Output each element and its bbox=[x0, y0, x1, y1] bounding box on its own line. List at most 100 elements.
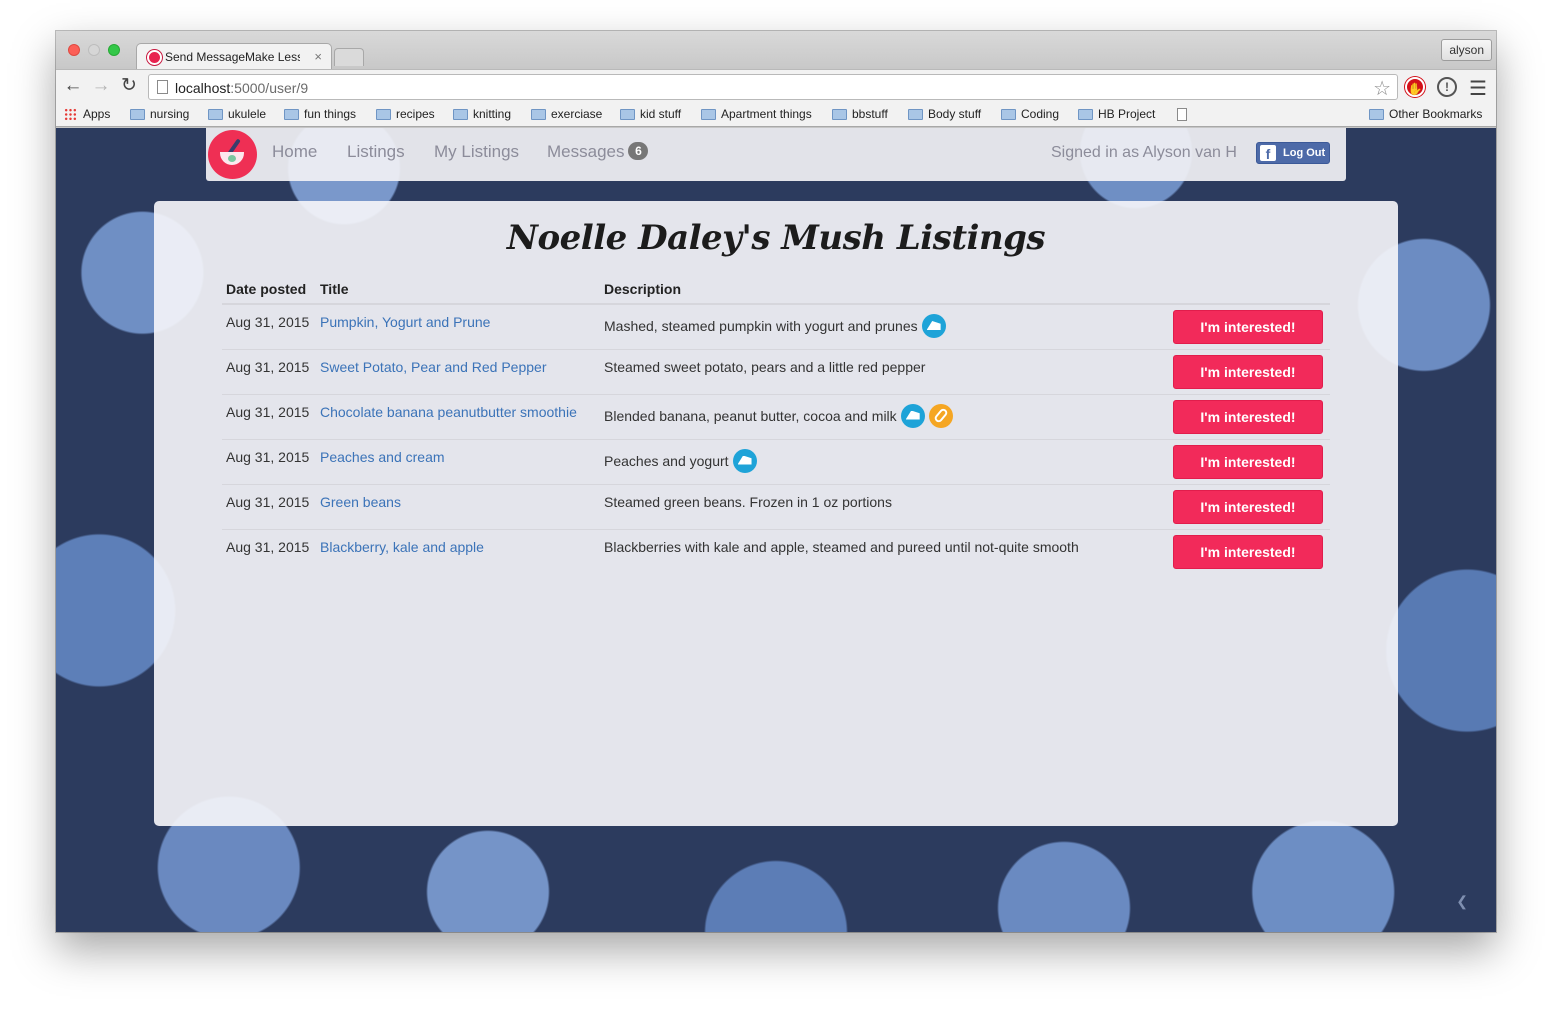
bookmark-folder-coding[interactable]: Coding bbox=[1001, 107, 1059, 121]
folder-icon bbox=[376, 108, 391, 120]
adblock-extension-icon[interactable]: ✋ bbox=[1405, 77, 1425, 97]
page-title: Noelle Daley's Mush Listings bbox=[506, 218, 1046, 258]
tab-title: Send MessageMake Less M bbox=[165, 50, 300, 64]
reload-icon[interactable]: ↻ bbox=[117, 74, 141, 98]
bookmark-folder-knitting[interactable]: knitting bbox=[453, 107, 511, 121]
browser-tab-active[interactable]: Send MessageMake Less M × bbox=[136, 43, 332, 70]
bookmark-folder-exerciase[interactable]: exerciase bbox=[531, 107, 602, 121]
apps-grid-icon bbox=[64, 107, 77, 121]
listing-title-link[interactable]: Pumpkin, Yogurt and Prune bbox=[320, 314, 490, 330]
bookmarks-bar: Apps nursing ukulele fun things recipes … bbox=[56, 103, 1496, 127]
listings-table: Date posted Title Description Aug 31, 20… bbox=[222, 277, 1330, 574]
interested-button[interactable]: I'm interested! bbox=[1173, 354, 1323, 389]
bookmark-folder-fun-things[interactable]: fun things bbox=[284, 107, 356, 121]
listing-date: Aug 31, 2015 bbox=[222, 528, 316, 574]
table-row: Aug 31, 2015 Blackberry, kale and apple … bbox=[222, 528, 1330, 574]
logout-label: Log Out bbox=[1283, 147, 1326, 159]
bookmark-folder-hb-project[interactable]: HB Project bbox=[1078, 107, 1155, 121]
site-logo-icon[interactable] bbox=[208, 130, 257, 179]
page-viewport: Home Listings My Listings Messages 6 Sign… bbox=[56, 128, 1496, 932]
signed-in-text: Signed in as Alyson van H bbox=[1051, 144, 1237, 161]
listing-title-link[interactable]: Blackberry, kale and apple bbox=[320, 539, 484, 555]
table-row: Aug 31, 2015 Chocolate banana peanutbutt… bbox=[222, 393, 1330, 439]
nav-listings-link[interactable]: Listings bbox=[347, 142, 405, 162]
bookmark-folder-recipes[interactable]: recipes bbox=[376, 107, 435, 121]
table-row: Aug 31, 2015 Sweet Potato, Pear and Red … bbox=[222, 348, 1330, 394]
table-row: Aug 31, 2015 Green beans Steamed green b… bbox=[222, 483, 1330, 529]
back-arrow-icon[interactable]: ← bbox=[61, 74, 85, 98]
listing-title-link[interactable]: Green beans bbox=[320, 494, 401, 510]
listing-title-link[interactable]: Chocolate banana peanutbutter smoothie bbox=[320, 404, 577, 420]
address-bar-url[interactable]: localhost:5000/user/9 bbox=[175, 80, 308, 96]
bookmark-folder-bbstuff[interactable]: bbstuff bbox=[832, 107, 888, 121]
folder-icon bbox=[1001, 108, 1016, 120]
folder-icon bbox=[1078, 108, 1093, 120]
forward-arrow-icon[interactable]: → bbox=[89, 74, 113, 98]
folder-icon bbox=[531, 108, 546, 120]
peanut-icon bbox=[928, 403, 953, 428]
dairy-icon bbox=[900, 403, 925, 428]
site-navbar: Home Listings My Listings Messages 6 Sign… bbox=[206, 128, 1346, 181]
folder-icon bbox=[208, 108, 223, 120]
bookmark-folder-nursing[interactable]: nursing bbox=[130, 107, 189, 121]
header-description: Description bbox=[600, 277, 1168, 305]
interested-button[interactable]: I'm interested! bbox=[1173, 444, 1323, 479]
folder-icon bbox=[908, 108, 923, 120]
bookmark-apps[interactable]: Apps bbox=[64, 107, 110, 121]
page-icon bbox=[157, 80, 168, 94]
interested-button[interactable]: I'm interested! bbox=[1173, 310, 1323, 344]
bookmark-folder-body-stuff[interactable]: Body stuff bbox=[908, 107, 981, 121]
browser-toolbar: ← → ↻ localhost:5000/user/9 ☆ ✋ ! ☰ bbox=[56, 69, 1496, 103]
dairy-icon bbox=[732, 448, 757, 473]
bookmark-folder-ukulele[interactable]: ukulele bbox=[208, 107, 266, 121]
folder-icon bbox=[284, 108, 299, 120]
tab-strip: Send MessageMake Less M × alyson bbox=[56, 31, 1496, 70]
listing-description: Mashed, steamed pumpkin with yogurt and … bbox=[604, 318, 918, 334]
interested-button[interactable]: I'm interested! bbox=[1173, 399, 1323, 434]
folder-icon bbox=[453, 108, 468, 120]
listing-date: Aug 31, 2015 bbox=[226, 314, 310, 330]
bookmark-folder-kid-stuff[interactable]: kid stuff bbox=[620, 107, 681, 121]
listing-date: Aug 31, 2015 bbox=[222, 393, 316, 439]
bookmark-page-icon[interactable] bbox=[1177, 108, 1187, 121]
table-row: Aug 31, 2015 Peaches and cream Peaches a… bbox=[222, 438, 1330, 484]
table-row: Aug 31, 2015 Pumpkin, Yogurt and Prune M… bbox=[222, 304, 1330, 349]
close-window-button[interactable] bbox=[68, 44, 80, 56]
messages-count-badge: 6 bbox=[628, 142, 649, 160]
bookmark-folder-other-bookmarks[interactable]: Other Bookmarks bbox=[1369, 107, 1482, 121]
dairy-icon bbox=[921, 314, 946, 338]
new-tab-button[interactable] bbox=[334, 48, 364, 66]
nav-home-link[interactable]: Home bbox=[272, 142, 317, 162]
listing-description: Steamed sweet potato, pears and a little… bbox=[604, 358, 926, 375]
address-bar[interactable]: localhost:5000/user/9 ☆ bbox=[148, 74, 1398, 100]
nav-messages-link[interactable]: Messages 6 bbox=[547, 142, 649, 162]
listing-description: Peaches and yogurt bbox=[604, 452, 729, 469]
folder-icon bbox=[1369, 108, 1384, 120]
interested-button[interactable]: I'm interested! bbox=[1173, 489, 1323, 524]
listings-panel: Noelle Daley's Mush Listings Date posted… bbox=[154, 201, 1398, 826]
bookmark-star-icon[interactable]: ☆ bbox=[1373, 76, 1391, 101]
folder-icon bbox=[701, 108, 716, 120]
facebook-icon: f bbox=[1260, 145, 1276, 162]
listing-title-link[interactable]: Peaches and cream bbox=[320, 449, 445, 465]
browser-menu-icon[interactable]: ☰ bbox=[1469, 76, 1487, 101]
table-header-row: Date posted Title Description bbox=[222, 277, 1330, 305]
folder-icon bbox=[620, 108, 635, 120]
nav-my-listings-link[interactable]: My Listings bbox=[434, 142, 519, 162]
minimize-window-button[interactable] bbox=[88, 44, 100, 56]
header-action bbox=[1168, 277, 1330, 305]
listing-date: Aug 31, 2015 bbox=[222, 483, 316, 529]
interested-button[interactable]: I'm interested! bbox=[1173, 534, 1323, 569]
header-date-posted: Date posted bbox=[222, 277, 316, 305]
listing-date: Aug 31, 2015 bbox=[222, 348, 316, 394]
listing-description: Steamed green beans. Frozen in 1 oz port… bbox=[604, 493, 892, 510]
folder-icon bbox=[130, 108, 145, 120]
tab-close-icon[interactable]: × bbox=[314, 49, 322, 64]
listing-description: Blended banana, peanut butter, cocoa and… bbox=[604, 407, 897, 424]
bookmark-folder-apartment-things[interactable]: Apartment things bbox=[701, 107, 812, 121]
maximize-window-button[interactable] bbox=[108, 44, 120, 56]
listing-title-link[interactable]: Sweet Potato, Pear and Red Pepper bbox=[320, 359, 546, 375]
profile-button[interactable]: alyson bbox=[1441, 39, 1492, 61]
facebook-logout-button[interactable]: f Log Out bbox=[1256, 142, 1330, 164]
info-extension-icon[interactable]: ! bbox=[1437, 77, 1457, 97]
